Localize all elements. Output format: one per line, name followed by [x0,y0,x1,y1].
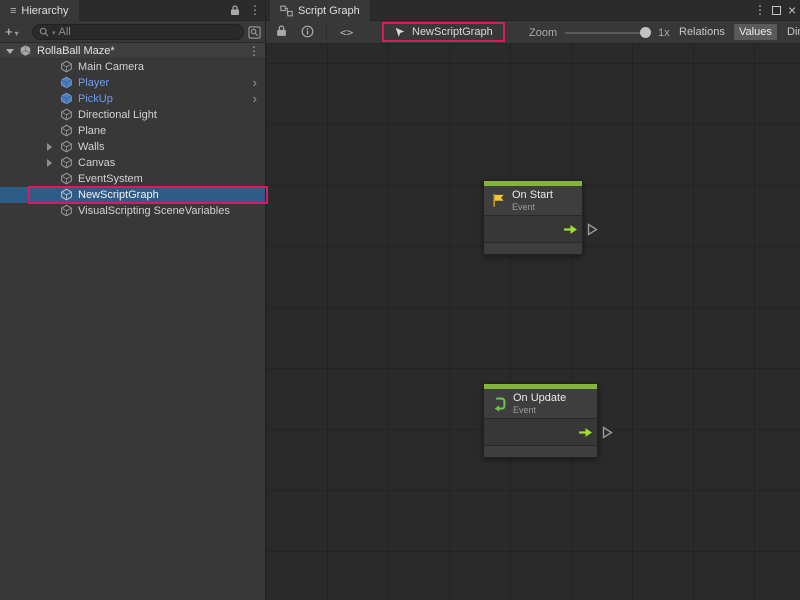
output-port-icon[interactable] [602,426,613,439]
item-label: Plane [78,125,106,137]
hierarchy-item-plane[interactable]: Plane [0,123,265,139]
scene-row[interactable]: RollaBall Maze* ⋮ [0,43,265,59]
hamburger-icon: ≡ [10,5,16,17]
prefab-cube-icon [60,92,73,108]
graph-name-button[interactable]: NewScriptGraph [382,22,505,42]
scene-name: RollaBall Maze* [37,45,115,57]
hierarchy-toolbar: + ▾ ▾ All [0,21,265,43]
search-icon [39,27,49,37]
close-icon[interactable]: × [788,2,796,18]
hierarchy-item-canvas[interactable]: Canvas [0,155,265,171]
zoom-label: Zoom [529,27,557,39]
node-on-start[interactable]: On Start Event [483,180,583,255]
node-title: On Start [512,189,553,202]
eventsystem-icon [60,172,73,188]
chevron-right-icon[interactable]: › [253,91,257,106]
item-label: VisualScripting SceneVariables [78,205,230,217]
foldout-collapsed-icon[interactable] [47,159,52,167]
graph-canvas[interactable]: On Start Event On Updat [266,44,800,600]
lock-icon[interactable] [276,25,287,40]
node-header[interactable]: On Update Event [484,389,597,419]
info-icon[interactable] [301,25,314,41]
hierarchy-tabbar: ≡ Hierarchy ⋮ [0,0,265,21]
graph-name-label: NewScriptGraph [412,26,493,38]
scene-kebab-icon[interactable]: ⋮ [248,44,260,58]
unity-scene-icon [19,44,32,60]
hierarchy-tab-label: Hierarchy [21,5,68,17]
graph-tab-label: Script Graph [298,5,360,17]
hierarchy-item-main-camera[interactable]: Main Camera [0,59,265,75]
search-placeholder: All [59,26,71,38]
hierarchy-item-newscriptgraph[interactable]: NewScriptGraph [0,187,265,203]
zoom-slider[interactable] [565,32,651,34]
flag-icon [491,193,506,208]
caret-down-icon: ▾ [15,29,19,38]
dim-toggle[interactable]: Dim [782,24,800,40]
values-toggle[interactable]: Values [734,24,777,40]
item-label: PickUp [78,93,113,105]
cube-icon [60,140,73,156]
prefab-cube-icon [60,76,73,92]
hierarchy-item-directional-light[interactable]: Directional Light [0,107,265,123]
create-menu-button[interactable]: + ▾ [5,24,19,39]
node-title: On Update [513,392,566,405]
light-icon [60,108,73,124]
script-graph-tab-icon [280,5,293,17]
scene-variables-icon [60,204,73,220]
script-graph-panel: Script Graph ⋮ × <> NewScriptGraph Zoom … [265,0,800,600]
zoom-value: 1x [658,27,670,39]
item-label: Main Camera [78,61,144,73]
kebab-menu-icon[interactable]: ⋮ [249,3,261,17]
search-input[interactable]: ▾ All [32,24,244,40]
cube-icon [60,124,73,140]
item-label: Player [78,77,109,89]
tab-hierarchy[interactable]: ≡ Hierarchy [0,0,79,21]
item-label: Directional Light [78,109,157,121]
chevron-right-icon[interactable]: › [253,75,257,90]
loop-icon [491,396,507,412]
hierarchy-tree: RollaBall Maze* ⋮ Main Camera Player › P… [0,43,265,219]
relations-toggle[interactable]: Relations [674,24,730,40]
flow-arrow-icon[interactable] [578,427,593,438]
hierarchy-item-player[interactable]: Player › [0,75,265,91]
item-label: Canvas [78,157,115,169]
item-label: EventSystem [78,173,143,185]
foldout-collapsed-icon[interactable] [47,143,52,151]
node-header[interactable]: On Start Event [484,186,582,216]
code-icon[interactable]: <> [340,26,353,39]
node-body [484,216,582,243]
plus-icon: + [5,24,13,39]
hierarchy-item-pickup[interactable]: PickUp › [0,91,265,107]
item-label: Walls [78,141,104,153]
canvas-icon [60,156,73,172]
flow-arrow-icon[interactable] [563,224,578,235]
search-filter-caret-icon[interactable]: ▾ [52,29,56,37]
hierarchy-item-eventsystem[interactable]: EventSystem [0,171,265,187]
camera-icon [60,60,73,76]
output-port-icon[interactable] [587,223,598,236]
item-label: NewScriptGraph [78,189,159,201]
node-footer [484,243,582,254]
tab-script-graph[interactable]: Script Graph [270,0,370,21]
hierarchy-item-scenevariables[interactable]: VisualScripting SceneVariables [0,203,265,219]
script-graph-object-icon [60,188,73,204]
graph-pointer-icon [394,26,406,38]
node-subtitle: Event [513,405,566,415]
graph-toolbar: <> NewScriptGraph Zoom 1x Relations Valu… [266,21,800,44]
hierarchy-item-walls[interactable]: Walls [0,139,265,155]
toolbar-separator [326,24,327,40]
hierarchy-panel: ≡ Hierarchy ⋮ + ▾ ▾ All Roll [0,0,265,600]
foldout-open-icon[interactable] [6,49,14,54]
graph-tabbar: Script Graph ⋮ × [266,0,800,21]
search-picker-icon[interactable] [246,24,262,40]
node-footer [484,446,597,457]
more-menu-icon[interactable]: ⋮ [754,3,766,17]
zoom-slider-knob[interactable] [640,27,651,38]
node-subtitle: Event [512,202,553,212]
maximize-icon[interactable] [772,6,781,15]
node-body [484,419,597,446]
node-on-update[interactable]: On Update Event [483,383,598,458]
lock-icon[interactable] [230,5,240,19]
